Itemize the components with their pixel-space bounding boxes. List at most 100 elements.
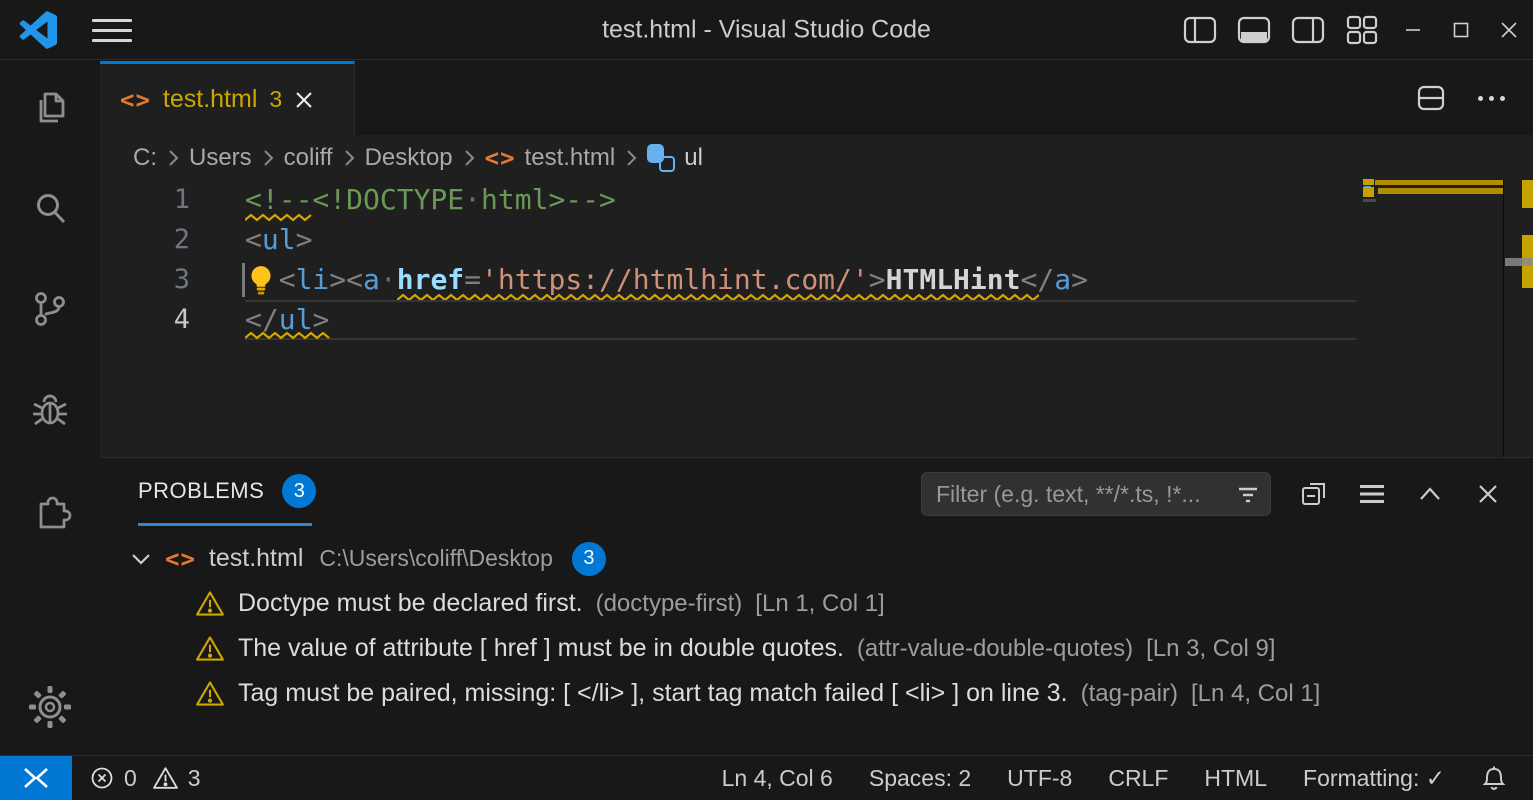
editor-actions bbox=[1416, 61, 1505, 135]
status-diagnostics[interactable]: 0 3 bbox=[89, 765, 201, 792]
sidebar-item-search[interactable] bbox=[26, 185, 74, 233]
breadcrumb-item-file[interactable]: test.html bbox=[525, 144, 616, 172]
minimap-warning-mark bbox=[1363, 179, 1374, 185]
tab-close-button[interactable] bbox=[294, 90, 314, 110]
error-count: 0 bbox=[124, 765, 137, 792]
code-token: = bbox=[464, 263, 481, 296]
status-indentation[interactable]: Spaces: 2 bbox=[869, 765, 971, 792]
code-token: < bbox=[279, 263, 296, 296]
window-title: test.html - Visual Studio Code bbox=[602, 15, 931, 44]
gear-icon bbox=[28, 685, 72, 729]
status-bar: 0 3 Ln 4, Col 6 Spaces: 2 UTF-8 CRLF HTM… bbox=[0, 755, 1533, 800]
sidebar-item-run-debug[interactable] bbox=[26, 385, 74, 433]
remote-icon bbox=[20, 765, 52, 791]
panel-title: PROBLEMS bbox=[138, 478, 264, 504]
breadcrumb-item-coliff[interactable]: coliff bbox=[284, 144, 333, 172]
problem-row-3[interactable]: Tag must be paired, missing: [ </li> ], … bbox=[100, 671, 1533, 716]
toggle-secondary-sidebar-button[interactable] bbox=[1281, 0, 1335, 60]
code-token: a bbox=[1054, 263, 1071, 296]
code-token: > bbox=[329, 263, 346, 296]
code-line-2[interactable]: <ul> bbox=[245, 220, 1356, 260]
problems-file-row[interactable]: <> test.html C:\Users\coliff\Desktop 3 bbox=[100, 536, 1533, 581]
notifications-bell-icon[interactable] bbox=[1481, 765, 1507, 792]
problems-panel: PROBLEMS 3 <> test.html C:\Users\coliff\… bbox=[100, 457, 1533, 755]
problem-message: Doctype must be declared first. bbox=[238, 589, 583, 618]
tab-problems-count: 3 bbox=[269, 86, 282, 113]
close-panel-icon[interactable] bbox=[1473, 479, 1503, 509]
toggle-panel-button[interactable] bbox=[1227, 0, 1281, 60]
problem-rule-code: (attr-value-double-quotes) bbox=[857, 635, 1133, 663]
problem-row-1[interactable]: Doctype must be declared first. (doctype-… bbox=[100, 581, 1533, 626]
warning-icon bbox=[152, 766, 179, 790]
code-token: 'https://htmlhint.com/' bbox=[481, 263, 869, 296]
breadcrumb-item-drive[interactable]: C: bbox=[133, 144, 157, 172]
status-line-col[interactable]: Ln 4, Col 6 bbox=[722, 765, 833, 792]
status-formatting[interactable]: Formatting: ✓ bbox=[1303, 765, 1445, 792]
split-editor-button[interactable] bbox=[1416, 84, 1446, 112]
more-actions-button[interactable] bbox=[1478, 96, 1505, 101]
file-problems-badge: 3 bbox=[572, 542, 606, 576]
overview-cursor-mark bbox=[1505, 258, 1533, 266]
minimize-button[interactable] bbox=[1389, 0, 1437, 60]
problems-file-name: test.html bbox=[209, 544, 303, 573]
sidebar-item-settings[interactable] bbox=[26, 683, 74, 731]
code-line-4[interactable]: </ul> bbox=[245, 300, 1356, 340]
warning-squiggle bbox=[245, 331, 330, 340]
chevron-down-icon bbox=[130, 551, 152, 567]
status-eol[interactable]: CRLF bbox=[1108, 765, 1168, 792]
minimap-code-tick bbox=[1363, 199, 1376, 202]
sidebar-item-explorer[interactable] bbox=[26, 85, 74, 133]
chevron-right-icon bbox=[261, 148, 275, 168]
filter-icon[interactable] bbox=[1236, 483, 1260, 507]
problem-rule-code: (tag-pair) bbox=[1081, 680, 1178, 708]
problem-message: The value of attribute [ href ] must be … bbox=[238, 634, 844, 663]
problem-rule-code: (doctype-first) bbox=[596, 590, 743, 618]
remote-indicator[interactable] bbox=[0, 756, 72, 800]
menu-button[interactable] bbox=[92, 14, 132, 46]
problem-position: [Ln 1, Col 1] bbox=[755, 590, 884, 618]
minimap-warning-mark bbox=[1363, 187, 1374, 197]
minimap-warning-line-highlight bbox=[1375, 180, 1503, 185]
code-token: > bbox=[869, 263, 886, 296]
code-token: ul bbox=[262, 223, 296, 256]
line-number-4: 4 bbox=[100, 300, 190, 340]
html-file-icon: <> bbox=[485, 144, 516, 172]
chevron-right-icon bbox=[342, 148, 356, 168]
maximize-button[interactable] bbox=[1437, 0, 1485, 60]
code-editor[interactable]: 1234 <!--<!DOCTYPE·html>--><ul> <li><a·h… bbox=[100, 180, 1533, 457]
titlebar-controls bbox=[1173, 0, 1533, 60]
vscode-logo-icon bbox=[19, 11, 57, 49]
problem-position: [Ln 4, Col 1] bbox=[1191, 680, 1320, 708]
search-icon bbox=[28, 187, 72, 231]
code-line-1[interactable]: <!--<!DOCTYPE·html>--> bbox=[245, 180, 1356, 220]
view-as-table-icon[interactable] bbox=[1357, 479, 1387, 509]
sidebar-item-extensions[interactable] bbox=[26, 485, 74, 533]
code-token: html>--> bbox=[481, 183, 616, 216]
lightbulb-icon[interactable] bbox=[247, 264, 275, 296]
activity-bar bbox=[0, 61, 100, 755]
code-line-3[interactable]: <li><a·href='https://htmlhint.com/'>HTML… bbox=[245, 260, 1356, 300]
toggle-primary-sidebar-button[interactable] bbox=[1173, 0, 1227, 60]
tab-test-html[interactable]: <> test.html 3 bbox=[100, 61, 355, 135]
sidebar-item-source-control[interactable] bbox=[26, 285, 74, 333]
customize-layout-button[interactable] bbox=[1335, 0, 1389, 60]
tab-problems-panel[interactable]: PROBLEMS 3 bbox=[138, 474, 316, 508]
collapse-all-icon[interactable] bbox=[1299, 479, 1329, 509]
status-encoding[interactable]: UTF-8 bbox=[1007, 765, 1072, 792]
breadcrumb-item-symbol-ul[interactable]: ul bbox=[684, 144, 703, 172]
problems-filter-input[interactable] bbox=[922, 481, 1272, 508]
status-language[interactable]: HTML bbox=[1204, 765, 1267, 792]
problems-count-badge: 3 bbox=[282, 474, 316, 508]
panel-actions bbox=[921, 472, 1503, 516]
breadcrumb-item-desktop[interactable]: Desktop bbox=[365, 144, 453, 172]
text-cursor bbox=[242, 263, 245, 297]
code-token: li bbox=[296, 263, 330, 296]
code-token: <!--<!DOCTYPE bbox=[245, 183, 464, 216]
close-window-button[interactable] bbox=[1485, 0, 1533, 60]
breadcrumb-item-users[interactable]: Users bbox=[189, 144, 252, 172]
overview-ruler bbox=[1505, 180, 1533, 457]
maximize-panel-icon[interactable] bbox=[1415, 479, 1445, 509]
minimap[interactable] bbox=[1363, 180, 1503, 457]
code-token: href bbox=[397, 263, 464, 296]
problem-row-2[interactable]: The value of attribute [ href ] must be … bbox=[100, 626, 1533, 671]
